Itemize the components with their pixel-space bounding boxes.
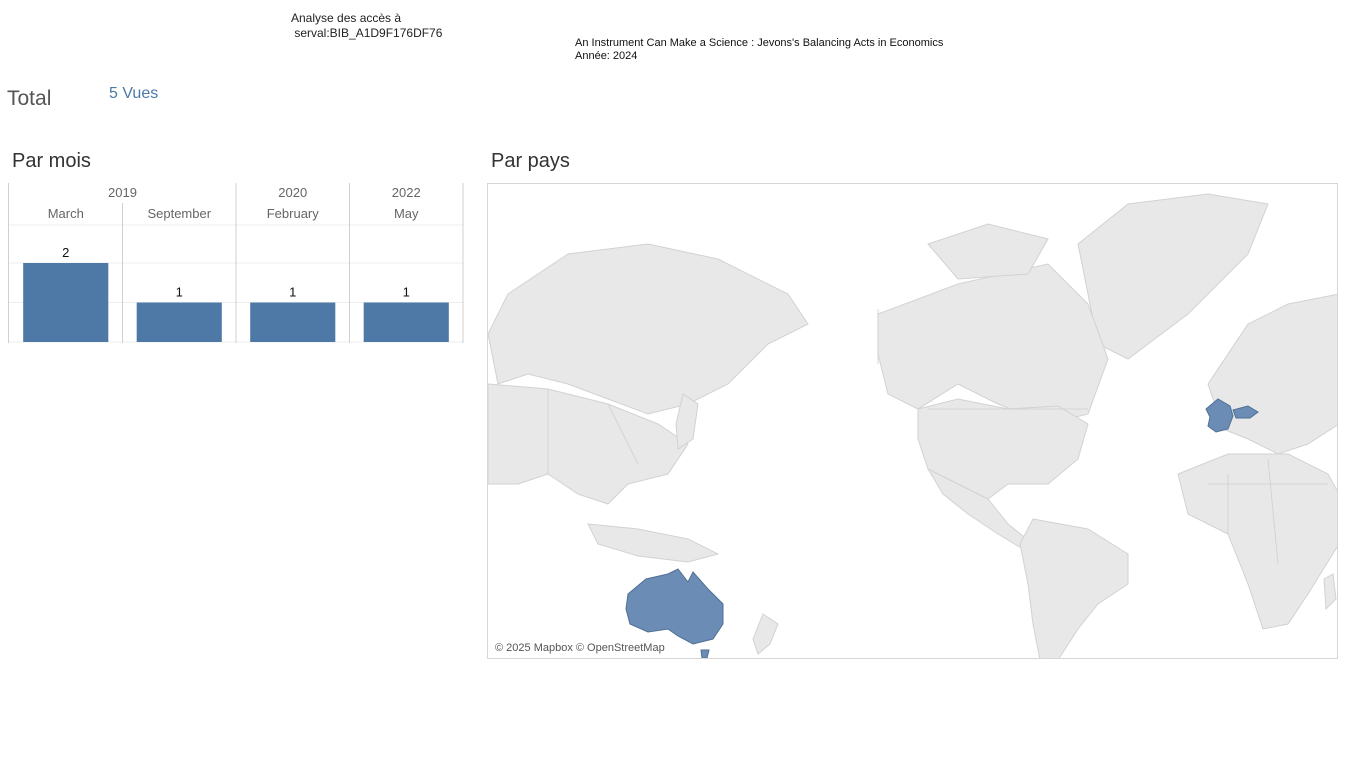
by-month-title: Par mois [12, 150, 91, 172]
world-map-svg [488, 193, 1337, 658]
map-attribution[interactable]: © 2025 Mapbox © OpenStreetMap [495, 642, 665, 654]
bar [363, 302, 449, 342]
australia-shape[interactable] [625, 568, 724, 645]
analysis-title: Analyse des accès à serval:BIB_A1D9F176D… [291, 11, 443, 40]
bar-value-label: 1 [289, 285, 296, 300]
bar-chart-svg: 2019 2020 2022 March 2 September 1 February 1 May… [8, 183, 464, 343]
month-label: May [394, 206, 419, 221]
month-label: September [147, 206, 211, 221]
year-label: 2022 [392, 185, 421, 200]
bar [23, 263, 109, 342]
month-label: February [267, 206, 320, 221]
year-label: 2019 [108, 185, 137, 200]
bar-value-label: 2 [62, 245, 69, 260]
bar [136, 302, 222, 342]
total-label: Total [7, 87, 52, 110]
tasmania-shape[interactable] [700, 649, 710, 658]
bar-value-label: 1 [403, 285, 410, 300]
month-label: March [48, 206, 84, 221]
monthly-bar-chart: 2019 2020 2022 March 2 September 1 February 1 May… [8, 183, 464, 343]
total-views-value[interactable]: 5 Vues [109, 85, 158, 103]
work-info: An Instrument Can Make a Science : Jevon… [575, 37, 943, 63]
work-year: Année: 2024 [575, 50, 638, 62]
bar [250, 302, 336, 342]
country-map[interactable]: © 2025 Mapbox © OpenStreetMap [487, 183, 1338, 659]
work-title: An Instrument Can Make a Science : Jevon… [575, 37, 944, 49]
year-label: 2020 [278, 185, 307, 200]
by-country-title: Par pays [491, 150, 570, 172]
bar-value-label: 1 [176, 285, 183, 300]
